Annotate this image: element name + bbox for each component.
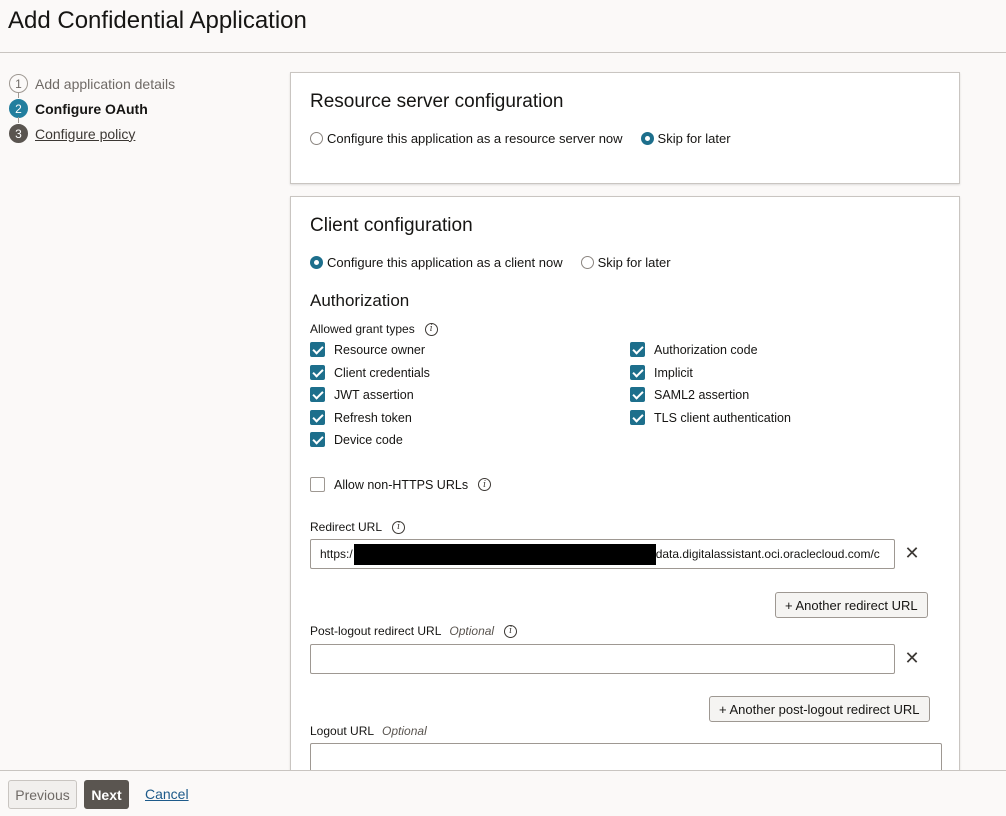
step-label[interactable]: Configure policy xyxy=(35,126,135,142)
client-later-radio[interactable]: Skip for later xyxy=(580,255,671,270)
redirect-url-prefix: https:/ xyxy=(320,547,353,561)
redirect-url-label: Redirect URL i xyxy=(310,520,406,534)
client-radio-group: Configure this application as a client n… xyxy=(310,255,689,270)
redirect-url-text: Redirect URL xyxy=(310,520,383,534)
step-number: 2 xyxy=(9,99,28,118)
add-post-logout-url-button[interactable]: + Another post-logout redirect URL xyxy=(709,696,930,722)
resource-server-later-radio[interactable]: Skip for later xyxy=(640,131,731,146)
train-step-1[interactable]: 1 Add application details xyxy=(9,71,269,96)
checkbox[interactable] xyxy=(310,410,325,425)
checkbox[interactable] xyxy=(630,387,645,402)
checkbox-label: Client credentials xyxy=(334,365,430,380)
resource-server-title: Resource server configuration xyxy=(310,91,564,112)
radio-button[interactable] xyxy=(310,256,323,269)
checkbox[interactable] xyxy=(310,342,325,357)
checkbox-label: Resource owner xyxy=(334,342,426,357)
checkbox[interactable] xyxy=(630,342,645,357)
resource-server-radio-group: Configure this application as a resource… xyxy=(310,131,749,146)
grant-types-label: Allowed grant types i xyxy=(310,322,438,336)
checkbox-label: Refresh token xyxy=(334,410,412,425)
radio-button[interactable] xyxy=(580,256,594,269)
checkbox-label: TLS client authentication xyxy=(654,410,791,425)
grant-saml2-assertion-checkbox[interactable]: SAML2 assertion xyxy=(630,387,749,402)
allow-non-https-checkbox[interactable]: Allow non-HTTPS URLs i xyxy=(310,477,492,492)
checkbox-label: Allow non-HTTPS URLs xyxy=(334,477,469,492)
post-logout-url-label: Post-logout redirect URL Optional i xyxy=(310,624,518,638)
close-icon[interactable]: ✕ xyxy=(902,543,922,563)
grant-client-credentials-checkbox[interactable]: Client credentials xyxy=(310,365,430,380)
radio-button[interactable] xyxy=(310,132,323,145)
step-label: Add application details xyxy=(35,75,176,92)
grant-tls-client-auth-checkbox[interactable]: TLS client authentication xyxy=(630,410,791,425)
train-step-3[interactable]: 3 Configure policy xyxy=(9,121,269,146)
close-icon[interactable]: ✕ xyxy=(902,648,922,668)
info-icon[interactable]: i xyxy=(392,520,406,534)
resource-server-panel: Resource server configuration Configure … xyxy=(290,72,960,184)
client-config-panel: Client configuration Configure this appl… xyxy=(290,196,960,786)
checkbox-label: JWT assertion xyxy=(334,387,414,402)
page-title: Add Confidential Application xyxy=(8,7,307,34)
redirect-url-suffix: data.digitalassistant.oci.oraclecloud.co… xyxy=(655,547,880,561)
checkbox[interactable] xyxy=(630,410,645,425)
grant-device-code-checkbox[interactable]: Device code xyxy=(310,432,403,447)
cancel-link[interactable]: Cancel xyxy=(145,786,189,802)
resource-server-now-radio[interactable]: Configure this application as a resource… xyxy=(310,131,623,146)
checkbox[interactable] xyxy=(310,387,325,402)
checkbox[interactable] xyxy=(310,477,325,492)
wizard-footer: Previous Next Cancel xyxy=(0,770,1006,816)
step-number: 1 xyxy=(9,74,28,93)
step-label: Configure OAuth xyxy=(35,100,148,117)
optional-label: Optional xyxy=(382,724,427,738)
checkbox-label: Implicit xyxy=(654,365,693,380)
grant-types-text: Allowed grant types xyxy=(310,322,415,336)
page-header: Add Confidential Application xyxy=(0,0,1006,53)
logout-url-label: Logout URL Optional xyxy=(310,724,427,738)
redacted-block xyxy=(353,543,656,565)
info-icon[interactable]: i xyxy=(478,478,492,491)
checkbox-label: Authorization code xyxy=(654,342,758,357)
checkbox[interactable] xyxy=(310,365,325,380)
next-button[interactable]: Next xyxy=(84,780,129,809)
grant-resource-owner-checkbox[interactable]: Resource owner xyxy=(310,342,425,357)
logout-url-input[interactable] xyxy=(310,743,942,773)
add-redirect-url-button[interactable]: + Another redirect URL xyxy=(775,592,928,618)
radio-label: Configure this application as a resource… xyxy=(327,131,623,146)
authorization-title: Authorization xyxy=(310,291,410,310)
post-logout-url-input[interactable] xyxy=(310,644,895,674)
client-now-radio[interactable]: Configure this application as a client n… xyxy=(310,255,563,270)
optional-label: Optional xyxy=(449,624,495,638)
grant-refresh-token-checkbox[interactable]: Refresh token xyxy=(310,410,412,425)
grant-implicit-checkbox[interactable]: Implicit xyxy=(630,365,693,380)
radio-label: Configure this application as a client n… xyxy=(327,255,563,270)
logout-url-text: Logout URL xyxy=(310,724,375,738)
checkbox-label: Device code xyxy=(334,432,403,447)
redirect-url-input[interactable]: https:/ data.digitalassistant.oci.oraclec… xyxy=(310,539,895,569)
radio-label: Skip for later xyxy=(597,255,671,270)
previous-button[interactable]: Previous xyxy=(8,780,77,809)
info-icon[interactable]: i xyxy=(504,624,518,638)
grant-jwt-assertion-checkbox[interactable]: JWT assertion xyxy=(310,387,414,402)
checkbox[interactable] xyxy=(310,432,325,447)
client-config-title: Client configuration xyxy=(310,215,473,236)
step-train: 1 Add application details 2 Configure OA… xyxy=(9,71,269,146)
radio-button[interactable] xyxy=(640,132,654,145)
radio-label: Skip for later xyxy=(657,131,731,146)
checkbox-label: SAML2 assertion xyxy=(654,387,750,402)
train-step-2[interactable]: 2 Configure OAuth xyxy=(9,96,269,121)
step-number: 3 xyxy=(9,124,28,143)
grant-authorization-code-checkbox[interactable]: Authorization code xyxy=(630,342,758,357)
checkbox[interactable] xyxy=(630,365,645,380)
post-logout-url-text: Post-logout redirect URL xyxy=(310,624,442,638)
info-icon[interactable]: i xyxy=(424,322,438,336)
